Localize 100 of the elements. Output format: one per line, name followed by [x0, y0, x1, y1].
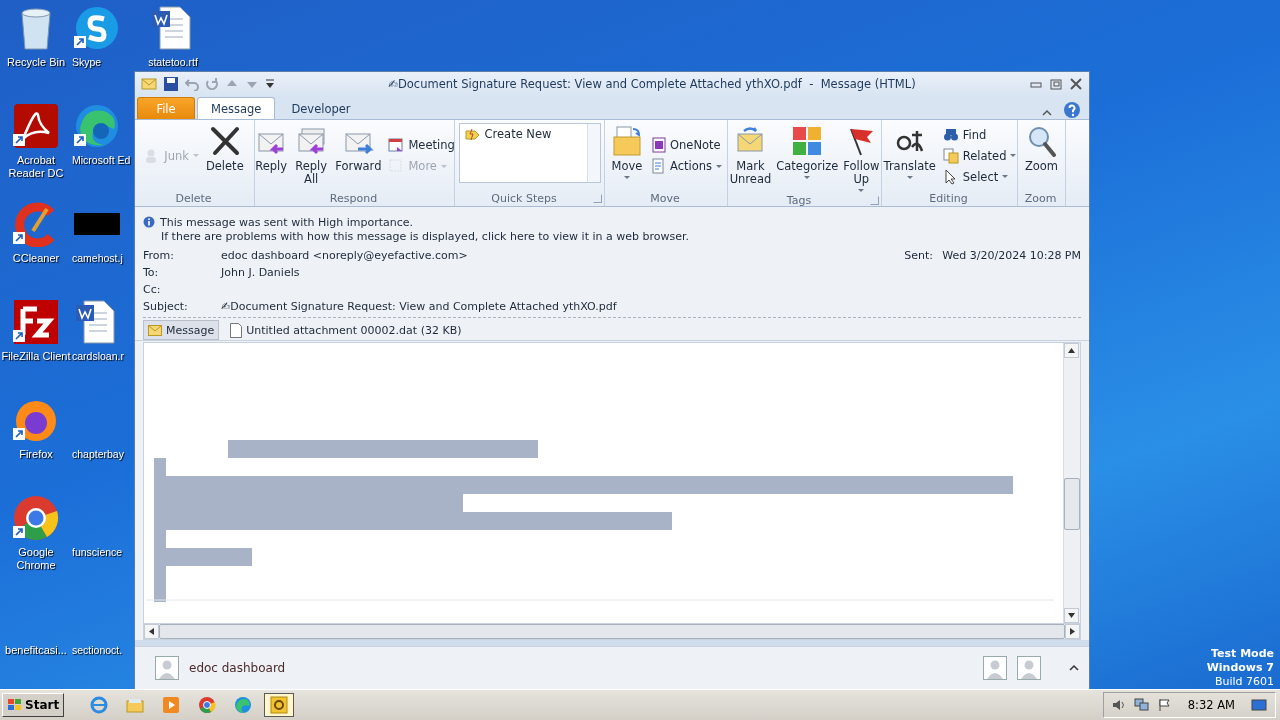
- desktop-icon-label[interactable]: FileZilla Client: [1, 350, 71, 363]
- ribbon-group-label: Move: [649, 191, 681, 205]
- network-icon[interactable]: [1133, 698, 1150, 712]
- info-icon: [143, 216, 155, 229]
- close-icon[interactable]: [1069, 78, 1083, 91]
- right-arrow-icon[interactable]: [1070, 628, 1075, 636]
- ribbon-group-label: Zoom: [1023, 191, 1058, 205]
- person-avatar-icon[interactable]: [1017, 656, 1041, 681]
- field-label: To:: [143, 266, 160, 280]
- person-avatar-icon: [155, 656, 179, 681]
- ribbon-button[interactable]: Delete: [202, 123, 247, 176]
- field-value: John J. Daniels: [221, 266, 300, 280]
- ribbon-button[interactable]: Actions: [648, 157, 724, 176]
- document-icon: [650, 158, 666, 175]
- ribbon-group-label: Editing: [928, 191, 969, 205]
- contact-name: edoc dashboard: [189, 661, 287, 676]
- desktop-icon-label[interactable]: chapterbay: [72, 448, 124, 461]
- windows-flag-icon: [7, 698, 23, 712]
- dialog-launcher-icon[interactable]: [593, 193, 602, 203]
- ribbon-button[interactable]: Translate: [880, 123, 939, 182]
- left-arrow-icon[interactable]: [149, 628, 154, 636]
- field-value: edoc dashboard <noreply@eyefactive.com>: [221, 249, 468, 263]
- ribbon-button[interactable]: Categorize: [776, 123, 839, 182]
- ribbon-group-label: Quick Steps: [490, 191, 558, 205]
- vertical-scrollbar[interactable]: [1063, 343, 1080, 624]
- ribbon-button[interactable]: Reply All: [292, 123, 331, 189]
- desktop-icon-label[interactable]: funscience: [72, 546, 123, 559]
- ribbon-button[interactable]: Find: [940, 125, 1019, 144]
- desktop-icon-label[interactable]: statetoo.rtf: [148, 56, 198, 69]
- ribbon-button[interactable]: Follow Up: [840, 123, 883, 195]
- ribbon-button[interactable]: Zoom: [1021, 123, 1062, 176]
- attachment-tab[interactable]: Untitled attachment 00002.dat (32 KB): [225, 320, 467, 341]
- attachment-tab[interactable]: Message: [143, 320, 220, 341]
- desktop-icon-label[interactable]: benefitcasi...: [5, 644, 67, 657]
- ribbon-group-label: Respond: [328, 191, 379, 205]
- taskbar-app-button[interactable]: [264, 693, 295, 717]
- ribbon-tab[interactable]: Message: [197, 97, 276, 120]
- clock[interactable]: 8:32 AM: [1179, 698, 1243, 712]
- ribbon-button[interactable]: Reply: [252, 123, 291, 176]
- test-mode-text: Build 7601: [1214, 675, 1274, 689]
- help-icon[interactable]: [1063, 101, 1081, 120]
- ie-icon: [90, 696, 109, 714]
- test-mode-text: Test Mode: [1211, 647, 1274, 661]
- info-bar-text[interactable]: If there are problems with how this message is displayed, click here to view it in a web browser.: [143, 229, 689, 243]
- flag-icon[interactable]: [1157, 698, 1172, 712]
- media-player-icon: [162, 696, 181, 714]
- up-arrow-icon[interactable]: [1068, 348, 1075, 354]
- folder-icon: [126, 696, 145, 714]
- desktop-icon-label[interactable]: Microsoft Ed: [72, 154, 131, 167]
- desktop-icon-label[interactable]: cardsloan.r: [72, 350, 124, 363]
- field-label: Cc:: [143, 283, 162, 297]
- binoculars-icon: [942, 126, 959, 143]
- dialog-launcher-icon[interactable]: [870, 196, 879, 206]
- chrome-icon: [13, 495, 59, 541]
- outlook-icon: [270, 696, 289, 714]
- speaker-icon[interactable]: [1111, 698, 1126, 712]
- field-label: From:: [143, 249, 175, 263]
- acrobat-icon: [13, 103, 59, 149]
- scrollbar-thumb[interactable]: [1064, 478, 1080, 531]
- quick-step-item[interactable]: Create New: [459, 124, 587, 183]
- gallery-scrollbar[interactable]: [586, 124, 600, 183]
- ribbon-button[interactable]: Move: [608, 123, 646, 182]
- info-bar-text: This message was sent with High importance.: [160, 215, 414, 229]
- test-mode-text: Windows 7: [1206, 661, 1274, 675]
- ribbon-button[interactable]: Mark Unread: [726, 123, 775, 189]
- desktop-icon-label[interactable]: Google Chrome: [0, 546, 72, 572]
- desktop-icon-label[interactable]: CCleaner: [12, 252, 60, 265]
- ribbon-tab[interactable]: Developer: [277, 97, 365, 120]
- desktop-icon-label[interactable]: Acrobat Reader DC: [0, 154, 72, 180]
- field-value: Wed 3/20/2024 10:28 PM: [942, 249, 1081, 263]
- ribbon-button[interactable]: Meeting: [386, 136, 457, 155]
- ribbon-button[interactable]: Forward: [332, 123, 385, 176]
- folder-icon: [611, 125, 643, 158]
- field-label: Sent:: [904, 249, 935, 263]
- ribbon-button[interactable]: Select: [940, 167, 1019, 186]
- chrome-icon: [198, 696, 217, 714]
- x-icon: [208, 125, 241, 158]
- redo-icon[interactable]: [205, 77, 219, 92]
- skype-icon: [74, 5, 120, 51]
- notebook-icon: [650, 137, 666, 154]
- expand-pane-icon[interactable]: [1069, 664, 1079, 673]
- desktop-icon-label[interactable]: Skype: [72, 56, 102, 69]
- down-arrow-icon[interactable]: [1068, 613, 1075, 619]
- field-value: ✍Document Signature Request: View and Complete Attached ythXO.pdf: [221, 300, 617, 314]
- desktop-icon-label[interactable]: camehost.j: [72, 252, 123, 265]
- envelope-icon: [148, 324, 162, 336]
- undo-icon[interactable]: [185, 77, 199, 92]
- start-button[interactable]: Start: [2, 693, 65, 717]
- desktop-icon-label[interactable]: Recycle Bin: [6, 56, 66, 69]
- ribbon-button[interactable]: Related: [940, 146, 1019, 165]
- restore-icon[interactable]: [1049, 78, 1063, 91]
- field-label: Subject:: [143, 300, 189, 314]
- desktop-icon-label[interactable]: Firefox: [19, 448, 53, 461]
- save-icon[interactable]: [163, 76, 179, 93]
- desktop-icon-label[interactable]: sectionoct.: [72, 644, 123, 657]
- envelope-icon: [141, 77, 157, 92]
- ribbon-button[interactable]: OneNote: [648, 136, 724, 155]
- edge-icon: [74, 103, 120, 149]
- show-desktop-icon[interactable]: [1251, 698, 1267, 712]
- person-avatar-icon[interactable]: [983, 656, 1007, 681]
